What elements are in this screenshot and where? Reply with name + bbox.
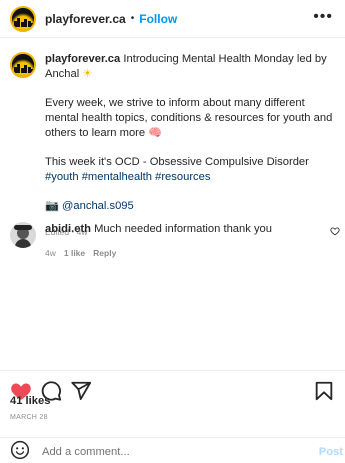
- more-options-icon[interactable]: •••: [313, 9, 333, 25]
- post-actions: [10, 381, 335, 408]
- caption-paragraph3: This week it's OCD - Obsessive Compulsiv…: [45, 156, 309, 168]
- camera-emoji: 📷: [45, 200, 59, 212]
- comment-item: abidi.eth Much needed information thank …: [10, 222, 340, 261]
- profile-avatar[interactable]: [10, 5, 36, 32]
- post-button[interactable]: Post: [319, 446, 343, 458]
- hashtag-resources[interactable]: #resources: [155, 171, 210, 183]
- comment-avatar[interactable]: [10, 222, 36, 248]
- caption-paragraph2: Every week, we strive to inform about ma…: [45, 97, 333, 139]
- comment-meta: 4w 1 like Reply: [45, 246, 315, 261]
- mention-link[interactable]: @anchal.s095: [62, 200, 134, 212]
- comment-body: abidi.eth Much needed information thank …: [45, 222, 315, 261]
- comment-like-heart-icon[interactable]: [330, 225, 340, 239]
- separator-dot: •: [130, 13, 135, 24]
- comment-input-divider: [0, 437, 345, 438]
- brain-emoji: 🧠: [148, 127, 163, 139]
- reply-button[interactable]: Reply: [93, 246, 116, 261]
- comment-input[interactable]: [42, 445, 282, 458]
- add-comment-bar: Post: [0, 440, 345, 463]
- post-caption: playforever.ca Introducing Mental Health…: [10, 52, 340, 240]
- post-header: playforever.ca • Follow •••: [0, 0, 345, 38]
- bookmark-icon[interactable]: [313, 380, 335, 405]
- likes-count[interactable]: 41 likes: [10, 395, 50, 407]
- hashtag-mentalhealth[interactable]: #mentalhealth: [82, 171, 152, 183]
- header-username[interactable]: playforever.ca: [45, 12, 126, 26]
- sun-emoji: ☀: [82, 68, 93, 80]
- actions-divider: [0, 370, 345, 371]
- caption-avatar[interactable]: [10, 52, 36, 78]
- share-icon[interactable]: [70, 380, 92, 405]
- comment-username[interactable]: abidi.eth: [45, 223, 91, 235]
- smiley-icon[interactable]: [10, 440, 30, 463]
- comment-likes[interactable]: 1 like: [64, 246, 85, 261]
- comment-text: Much needed information thank you: [94, 223, 272, 235]
- caption-text: playforever.ca Introducing Mental Health…: [45, 52, 340, 240]
- hashtag-youth[interactable]: #youth: [45, 171, 79, 183]
- post-date: MARCH 28: [10, 414, 48, 421]
- follow-button[interactable]: Follow: [139, 12, 177, 26]
- caption-username[interactable]: playforever.ca: [45, 53, 120, 65]
- comment-age: 4w: [45, 248, 56, 258]
